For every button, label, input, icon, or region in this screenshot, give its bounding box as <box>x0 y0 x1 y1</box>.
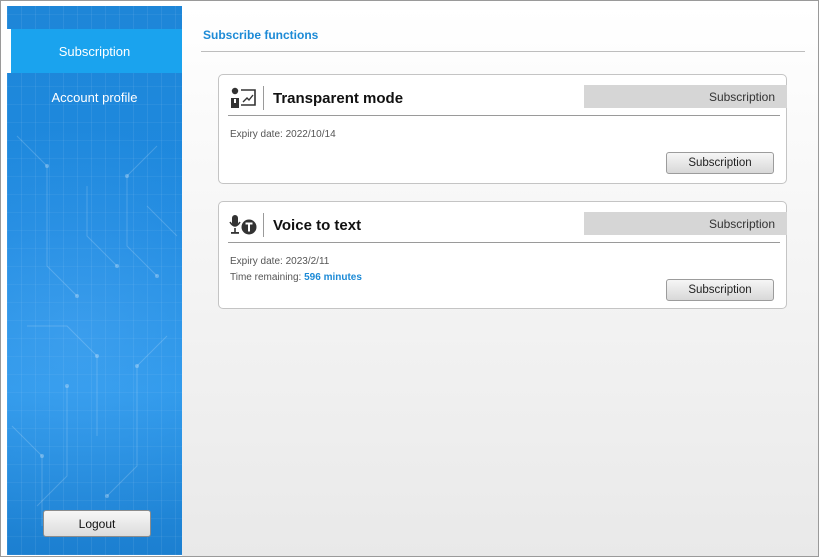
card-title: Voice to text <box>273 216 362 234</box>
logout-button[interactable]: Logout <box>43 510 151 537</box>
title-divider <box>201 51 805 52</box>
page-title: Subscribe functions <box>203 28 319 42</box>
status-label: Subscription <box>708 216 775 231</box>
time-remaining: Time remaining: 596 minutes <box>230 272 362 283</box>
logout-button-label: Logout <box>78 516 116 531</box>
time-remaining-label: Time remaining: <box>230 272 305 283</box>
sidebar-item-account-profile[interactable]: Account profile <box>7 75 182 119</box>
sidebar-item-subscription[interactable]: Subscription <box>7 29 182 73</box>
header-separator <box>263 86 264 110</box>
card-divider <box>228 115 780 116</box>
transparent-mode-icon <box>228 86 258 110</box>
sidebar-item-label: Subscription <box>58 43 131 59</box>
header-separator <box>263 213 264 237</box>
status-label: Subscription <box>708 89 775 104</box>
main-panel: Subscribe functions Transparent mode Sub… <box>182 6 818 556</box>
card-title: Transparent mode <box>273 89 404 107</box>
card-header: Voice to text <box>228 212 361 238</box>
expiry-date: Expiry date: 2023/2/11 <box>230 256 330 267</box>
subscription-button-label: Subscription <box>688 157 752 169</box>
app-window: Subscription Account profile Logout Subs… <box>0 0 819 557</box>
voice-to-text-icon <box>228 213 258 237</box>
status-badge: Subscription <box>584 85 787 108</box>
expiry-date: Expiry date: 2022/10/14 <box>230 129 336 140</box>
subscription-button-label: Subscription <box>688 284 752 296</box>
status-badge: Subscription <box>584 212 787 235</box>
time-remaining-value: 596 minutes <box>304 272 362 283</box>
card-divider <box>228 242 780 243</box>
sidebar: Subscription Account profile Logout <box>7 6 182 555</box>
feature-card-voice-to-text: Voice to text Subscription Expiry date: … <box>218 201 787 309</box>
card-header: Transparent mode <box>228 85 403 111</box>
feature-card-transparent-mode: Transparent mode Subscription Expiry dat… <box>218 74 787 184</box>
sidebar-item-label: Account profile <box>51 89 138 105</box>
subscription-button[interactable]: Subscription <box>666 279 774 301</box>
subscription-button[interactable]: Subscription <box>666 152 774 174</box>
